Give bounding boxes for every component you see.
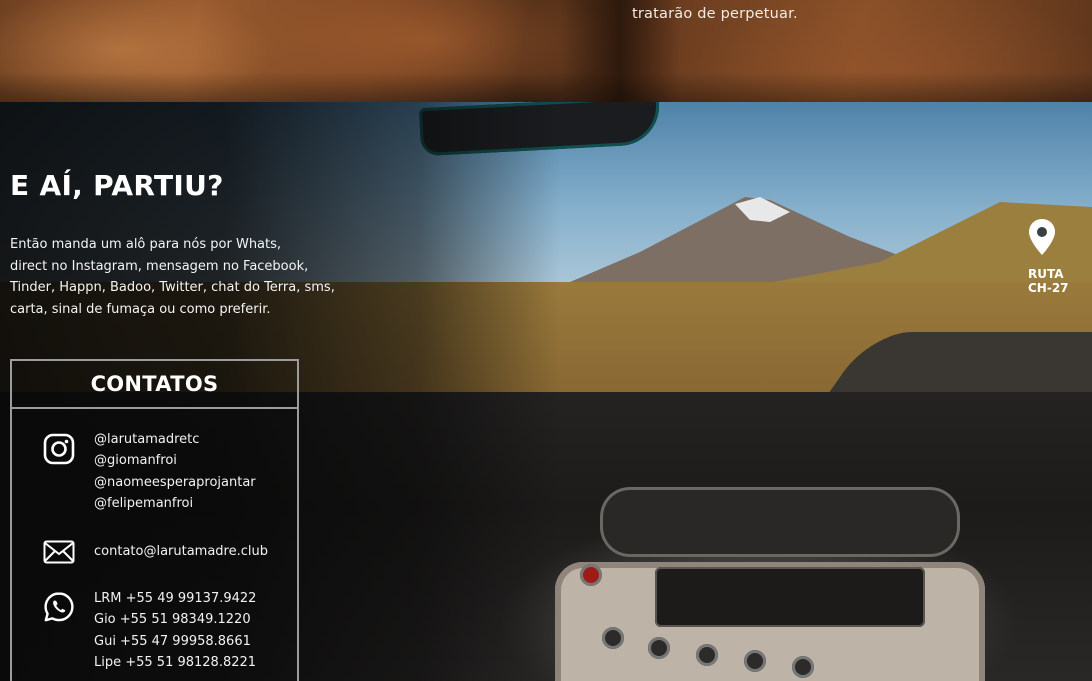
whatsapp-icon[interactable]: [43, 591, 75, 627]
contacts-box: CONTATOS @larutamadretc @giomanfroi @nao…: [10, 359, 299, 681]
canyon-photo-band: tratarão de perpetuar.: [0, 0, 1092, 102]
phone-number[interactable]: LRM +55 49 99137.9422: [94, 588, 256, 609]
instagram-icon[interactable]: [43, 433, 75, 469]
radio-knob: [648, 637, 670, 659]
whatsapp-phones: LRM +55 49 99137.9422 Gio +55 51 98349.1…: [94, 588, 256, 673]
previous-section-caption: tratarão de perpetuar.: [632, 6, 798, 22]
instagram-handle-link[interactable]: @naomeesperaprojantar: [94, 472, 256, 493]
location-label-line: CH-27: [1028, 281, 1069, 295]
instagram-handles: @larutamadretc @giomanfroi @naomeesperap…: [94, 429, 256, 514]
instagram-handle-link[interactable]: @felipemanfroi: [94, 493, 256, 514]
phone-number[interactable]: Lipe +55 51 98128.8221: [94, 652, 256, 673]
map-pin-icon: [1020, 218, 1064, 260]
phone-number[interactable]: Gui +55 47 99958.8661: [94, 631, 256, 652]
location-label: RUTA CH-27: [1028, 267, 1069, 295]
envelope-icon[interactable]: [43, 540, 75, 568]
radio-display: [655, 567, 925, 627]
section-headline: E AÍ, PARTIU?: [10, 169, 224, 202]
instagram-handle-link[interactable]: @larutamadretc: [94, 429, 256, 450]
radio-knob: [696, 644, 718, 666]
instagram-handle-link[interactable]: @giomanfroi: [94, 450, 256, 471]
phone-number[interactable]: Gio +55 51 98349.1220: [94, 609, 256, 630]
radio-knob: [602, 627, 624, 649]
radio-knob-red: [580, 564, 602, 586]
radio-knob: [792, 656, 814, 678]
intro-line: Tinder, Happn, Badoo, Twitter, chat do T…: [10, 280, 335, 295]
intro-line: carta, sinal de fumaça ou como preferir.: [10, 301, 271, 317]
intro-line: Então manda um alô para nós por Whats,: [10, 237, 282, 252]
email-link[interactable]: contato@larutamadre.club: [94, 541, 268, 562]
intro-paragraph: Então manda um alô para nós por Whats, d…: [10, 234, 340, 320]
intro-line: direct no Instagram, mensagem no Faceboo…: [10, 258, 309, 274]
radio-knob: [744, 650, 766, 672]
location-label-line: RUTA: [1028, 267, 1064, 281]
contacts-title: CONTATOS: [12, 361, 297, 409]
